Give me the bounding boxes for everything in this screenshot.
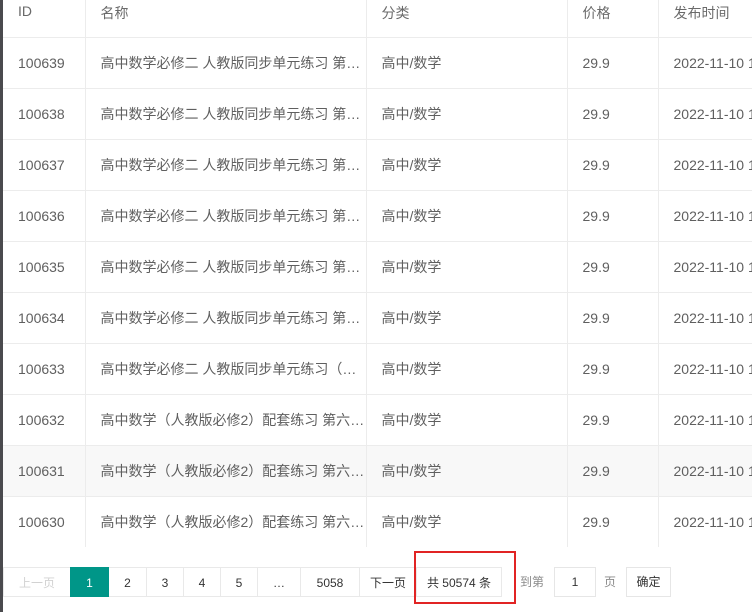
cell-name: 高中数学（人教版必修2）配套练习 第六章 平面向量及其应用 [85, 394, 367, 446]
table-row[interactable]: 100635 高中数学必修二 人教版同步单元练习 第六章 平面向量及其应用 高中… [3, 241, 752, 293]
cell-price: 29.9 [567, 292, 659, 344]
cell-price: 29.9 [567, 37, 659, 89]
table-row[interactable]: 100630 高中数学（人教版必修2）配套练习 第六章 平面向量及其应用 高中/… [3, 496, 752, 547]
cell-category: 高中/数学 [366, 394, 568, 446]
cell-category: 高中/数学 [366, 241, 568, 293]
total-count-label: 共 50574 条 [416, 567, 502, 597]
cell-name: 高中数学（人教版必修2）配套练习 第六章 平面向量及其应用 [85, 445, 367, 497]
cell-id: 100632 [3, 394, 86, 446]
cell-category: 高中/数学 [366, 139, 568, 191]
cell-category: 高中/数学 [366, 37, 568, 89]
page-button-last[interactable]: 5058 [300, 567, 360, 597]
cell-date: 2022-11-10 1 [658, 88, 752, 140]
column-header-name[interactable]: 名称 [85, 0, 367, 38]
confirm-goto-button[interactable]: 确定 [626, 567, 671, 597]
table-row[interactable]: 100632 高中数学（人教版必修2）配套练习 第六章 平面向量及其应用 高中/… [3, 394, 752, 446]
table-row[interactable]: 100639 高中数学必修二 人教版同步单元练习 第六章 平面向量及其应用 高中… [3, 37, 752, 89]
cell-date: 2022-11-10 1 [658, 394, 752, 446]
table-row[interactable]: 100636 高中数学必修二 人教版同步单元练习 第六章 平面向量及其应用 高中… [3, 190, 752, 242]
cell-date: 2022-11-10 1 [658, 292, 752, 344]
goto-prefix-label: 到第 [515, 567, 549, 597]
cell-name: 高中数学必修二 人教版同步单元练习（第六章 平面向量及其应用） [85, 343, 367, 395]
cell-id: 100636 [3, 190, 86, 242]
cell-name: 高中数学（人教版必修2）配套练习 第六章 平面向量及其应用 [85, 496, 367, 547]
table-row[interactable]: 100637 高中数学必修二 人教版同步单元练习 第六章 平面向量及其应用 高中… [3, 139, 752, 191]
cell-name: 高中数学必修二 人教版同步单元练习 第六章 平面向量及其应用 [85, 241, 367, 293]
cell-id: 100639 [3, 37, 86, 89]
column-header-price[interactable]: 价格 [567, 0, 659, 38]
cell-category: 高中/数学 [366, 292, 568, 344]
cell-date: 2022-11-10 1 [658, 37, 752, 89]
goto-suffix-label: 页 [599, 567, 621, 597]
cell-id: 100631 [3, 445, 86, 497]
cell-price: 29.9 [567, 496, 659, 547]
cell-date: 2022-11-10 1 [658, 343, 752, 395]
cell-id: 100637 [3, 139, 86, 191]
cell-category: 高中/数学 [366, 190, 568, 242]
cell-id: 100634 [3, 292, 86, 344]
table-row[interactable]: 100634 高中数学必修二 人教版同步单元练习 第六章 平面向量及其应用 高中… [3, 292, 752, 344]
cell-id: 100633 [3, 343, 86, 395]
cell-id: 100635 [3, 241, 86, 293]
page-button[interactable]: 2 [109, 567, 147, 597]
cell-price: 29.9 [567, 343, 659, 395]
cell-name: 高中数学必修二 人教版同步单元练习 第六章 平面向量及其应用 [85, 139, 367, 191]
cell-date: 2022-11-10 1 [658, 190, 752, 242]
table-row[interactable]: 100638 高中数学必修二 人教版同步单元练习 第六章 平面向量及其应用 高中… [3, 88, 752, 140]
page-button[interactable]: 4 [183, 567, 221, 597]
page-button-current[interactable]: 1 [70, 567, 109, 597]
cell-category: 高中/数学 [366, 88, 568, 140]
cell-category: 高中/数学 [366, 343, 568, 395]
data-table-container: ID 名称 分类 价格 发布时间 100639 高中数学必修二 人教版同步单元练… [3, 0, 752, 547]
cell-id: 100638 [3, 88, 86, 140]
page-button[interactable]: 5 [220, 567, 258, 597]
table-row[interactable]: 100633 高中数学必修二 人教版同步单元练习（第六章 平面向量及其应用） 高… [3, 343, 752, 395]
goto-page-input[interactable] [554, 567, 596, 597]
cell-price: 29.9 [567, 190, 659, 242]
cell-name: 高中数学必修二 人教版同步单元练习 第六章 平面向量及其应用 [85, 292, 367, 344]
page-button[interactable]: 3 [146, 567, 184, 597]
cell-date: 2022-11-10 1 [658, 496, 752, 547]
cell-id: 100630 [3, 496, 86, 547]
cell-price: 29.9 [567, 88, 659, 140]
cell-date: 2022-11-10 1 [658, 139, 752, 191]
pagination-bar: 上一页 1 2 3 4 5 … 5058 下一页 共 50574 条 到第 页 … [3, 547, 752, 612]
cell-date: 2022-11-10 1 [658, 241, 752, 293]
cell-price: 29.9 [567, 445, 659, 497]
cell-category: 高中/数学 [366, 496, 568, 547]
cell-price: 29.9 [567, 139, 659, 191]
cell-price: 29.9 [567, 241, 659, 293]
column-header-category[interactable]: 分类 [366, 0, 568, 38]
cell-name: 高中数学必修二 人教版同步单元练习 第六章 平面向量及其应用 [85, 190, 367, 242]
table-row[interactable]: 100631 高中数学（人教版必修2）配套练习 第六章 平面向量及其应用 高中/… [3, 445, 752, 497]
prev-page-button[interactable]: 上一页 [3, 567, 70, 597]
cell-category: 高中/数学 [366, 445, 568, 497]
cell-price: 29.9 [567, 394, 659, 446]
data-table: ID 名称 分类 价格 发布时间 100639 高中数学必修二 人教版同步单元练… [3, 0, 752, 547]
cell-name: 高中数学必修二 人教版同步单元练习 第六章 平面向量及其应用 [85, 37, 367, 89]
cell-date: 2022-11-10 1 [658, 445, 752, 497]
cell-name: 高中数学必修二 人教版同步单元练习 第六章 平面向量及其应用 [85, 88, 367, 140]
table-header-row: ID 名称 分类 价格 发布时间 [3, 0, 752, 38]
column-header-id[interactable]: ID [3, 0, 86, 38]
pagination-ellipsis: … [257, 567, 301, 597]
next-page-button[interactable]: 下一页 [359, 567, 417, 597]
column-header-publish-time[interactable]: 发布时间 [658, 0, 752, 38]
